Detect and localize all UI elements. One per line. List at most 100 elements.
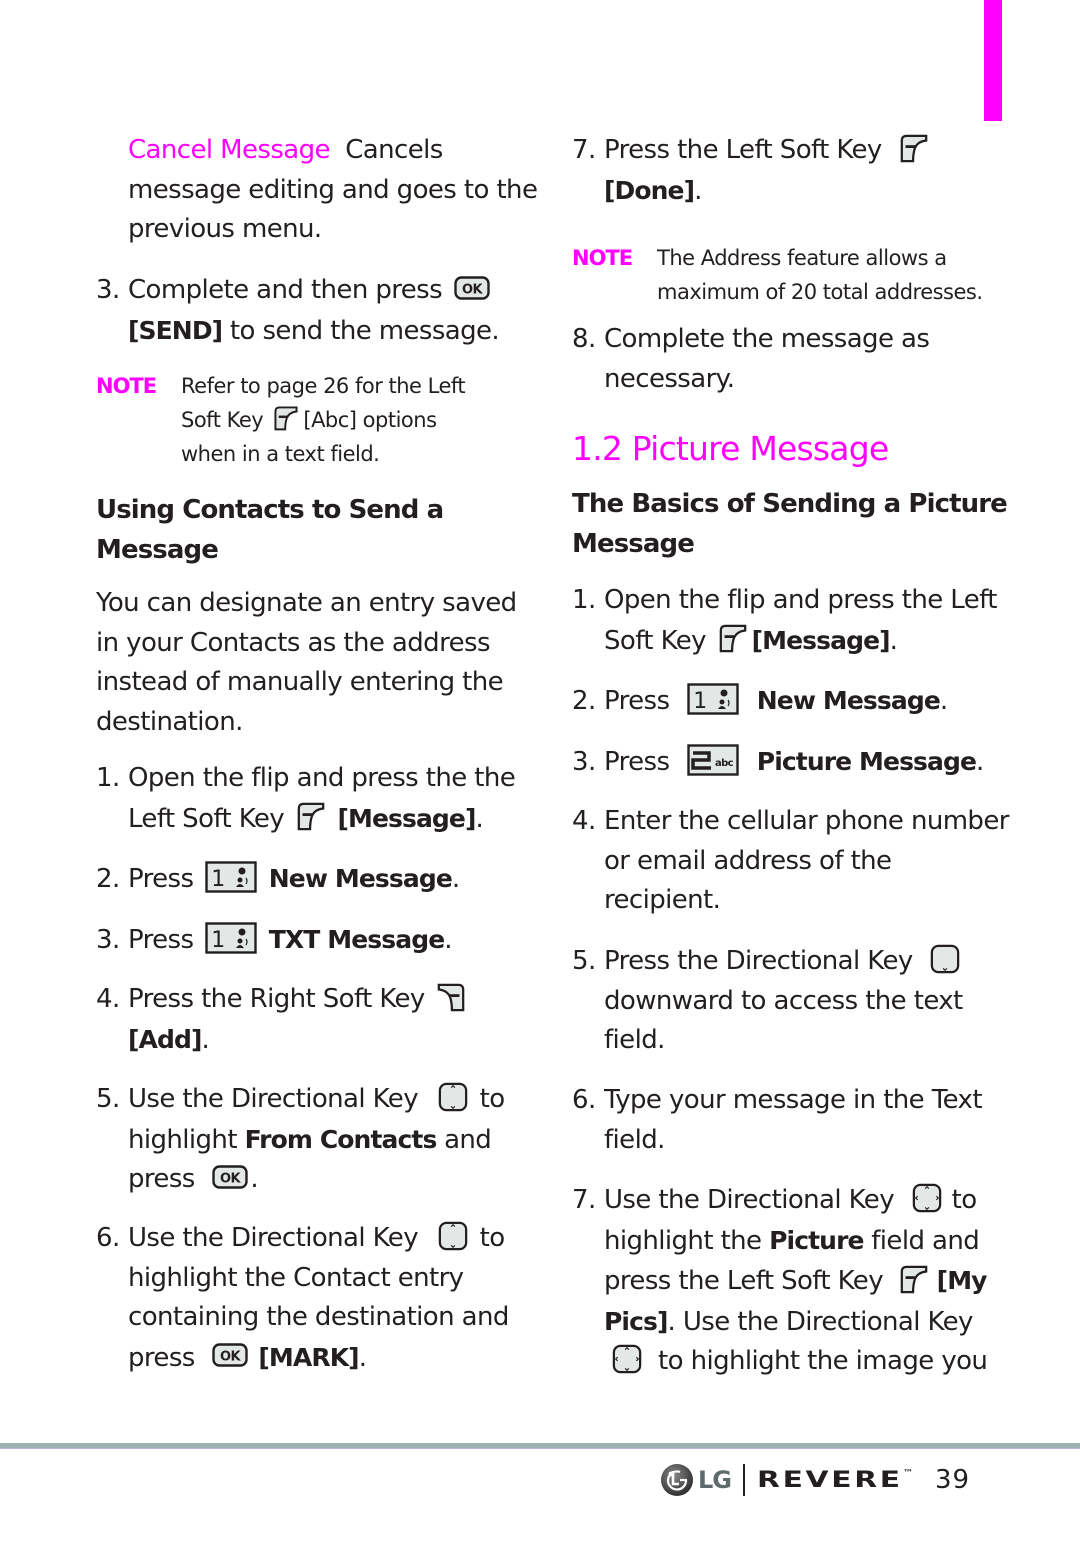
note-text: Soft Key	[181, 408, 264, 432]
step-text: to highlight the image you	[658, 1346, 988, 1376]
step-text: press	[128, 1164, 195, 1194]
step-text: to	[951, 1185, 978, 1215]
punct: .	[250, 1164, 259, 1194]
right-soft-key-icon	[436, 982, 466, 1012]
step-text: field and	[871, 1225, 980, 1256]
step-text: containing the destination and	[128, 1302, 509, 1332]
note-text: The Address feature allows a	[657, 246, 947, 270]
footer-rule	[0, 1443, 1080, 1449]
step-3: 3. Press TXT Message.	[96, 920, 453, 961]
step-text: to	[479, 1084, 506, 1114]
intro-paragraph: You can designate an entry saved in your…	[96, 584, 517, 742]
section-heading-using-contacts: Using Contacts to Send a Message	[96, 490, 444, 570]
directional-key-icon	[438, 1221, 468, 1251]
step-number: 8.	[572, 324, 596, 354]
step-text: Left Soft Key	[128, 803, 285, 834]
step-text: Complete and then press	[128, 275, 443, 305]
punct: .	[976, 747, 984, 777]
punct: .	[201, 1024, 210, 1055]
step-text: or email address of the	[604, 845, 892, 876]
product-name: REVERE	[757, 1467, 903, 1493]
step-number: 4.	[96, 984, 120, 1014]
new-message-label: New Message	[268, 864, 453, 893]
step-text: necessary.	[604, 363, 735, 394]
step-text: Use the Directional Key	[128, 1084, 419, 1114]
pic-step-4: 4. Enter the cellular phone number or ema…	[572, 802, 1009, 921]
pic-step-1: 1. Open the flip and press the Left Soft …	[572, 581, 997, 661]
my-pics-label: [My	[936, 1266, 988, 1295]
done-label: [Done]	[604, 175, 695, 205]
revere-product-name: REVERE™	[757, 1468, 960, 1493]
step-text: and	[444, 1124, 492, 1155]
step-text: Open the flip and press the the	[128, 763, 516, 793]
pic-step-5: 5. Press the Directional Key downward to …	[572, 942, 964, 1061]
step-number: 3.	[96, 275, 120, 305]
step-text: highlight the Contact entry	[128, 1262, 464, 1293]
intro-line: destination.	[96, 706, 243, 737]
step-3-send: 3. Complete and then press [SEND] to send…	[96, 271, 500, 351]
left-soft-key-icon	[718, 623, 748, 653]
page-footer: LG REVERE™ 39	[660, 1460, 970, 1500]
step-number: 2.	[96, 864, 120, 894]
step-text: to	[479, 1223, 506, 1253]
pic-step-6: 6. Type your message in the Text field.	[572, 1081, 983, 1160]
note-text: [Abc] options	[303, 408, 437, 432]
left-soft-key-icon	[899, 133, 929, 163]
pic-step-7: 7. Use the Directional Key to highlight t…	[572, 1181, 988, 1382]
lg-logo-icon	[661, 1464, 693, 1496]
step-number: 3.	[96, 925, 120, 955]
punct: .	[889, 625, 898, 656]
step-number: 4.	[572, 806, 596, 836]
step-number: 7.	[572, 1185, 596, 1215]
step-text: highlight the	[604, 1225, 762, 1256]
picture-message-label: Picture Message	[756, 747, 977, 776]
note-label: NOTE	[572, 246, 633, 270]
intro-line: instead of manually entering the	[96, 667, 504, 697]
txt-message-label: TXT Message	[268, 925, 445, 954]
heading-line: Message	[572, 529, 695, 559]
step-8: 8. Complete the message as necessary.	[572, 320, 930, 399]
ok-key-icon	[454, 276, 490, 300]
cancel-message-option: Cancel Message Cancels message editing a…	[96, 131, 538, 250]
step-number: 2.	[572, 686, 596, 716]
step-5: 5. Use the Directional Key to highlight F…	[96, 1080, 505, 1200]
step-text: Press	[604, 686, 670, 716]
message-label: [Message]	[751, 625, 891, 655]
footer-separator	[743, 1464, 745, 1496]
step-number: 6.	[572, 1085, 596, 1115]
cancel-message-desc: Cancels	[345, 135, 443, 165]
left-soft-key-icon	[273, 405, 299, 431]
lg-brand-text: LG	[698, 1466, 732, 1494]
cancel-message-term: Cancel Message	[128, 135, 331, 165]
section-title: 1.2 Picture Message	[572, 429, 889, 468]
step-number: 5.	[572, 946, 596, 976]
picture-label: Picture	[769, 1225, 864, 1255]
mark-label: [MARK]	[258, 1342, 359, 1372]
chapter-tab-marker	[984, 0, 1002, 121]
step-text: Press	[604, 747, 670, 777]
step-text: downward to access the text	[604, 985, 963, 1016]
step-text: Type your message in the Text	[604, 1085, 983, 1115]
ok-key-icon	[212, 1343, 248, 1367]
step-number: 7.	[572, 135, 596, 165]
key-2-abc-icon	[687, 744, 739, 776]
step-text: recipient.	[604, 885, 721, 915]
note-label: NOTE	[96, 374, 157, 398]
step-2: 2. Press New Message.	[96, 859, 460, 900]
step-6: 6. Use the Directional Key to highlight t…	[96, 1219, 509, 1378]
ok-key-icon	[212, 1165, 248, 1189]
step-1: 1. Open the flip and press the the Left S…	[96, 759, 516, 839]
step-text: Use the Directional Key	[604, 1185, 895, 1215]
key-1-icon	[205, 861, 257, 893]
directional-key-4way-icon	[612, 1344, 642, 1374]
left-soft-key-icon	[899, 1264, 929, 1294]
message-label: [Message]	[337, 803, 476, 833]
directional-key-icon	[438, 1082, 468, 1112]
step-text: Use the Directional Key	[128, 1223, 419, 1253]
step-text: field.	[604, 1025, 665, 1055]
step-text: Press the Right Soft Key	[128, 984, 425, 1014]
step-text: press the Left Soft Key	[604, 1266, 884, 1296]
trademark: ™	[902, 1467, 917, 1477]
pic-step-3: 3. Press Picture Message.	[572, 742, 984, 783]
punct: .	[358, 1342, 367, 1373]
